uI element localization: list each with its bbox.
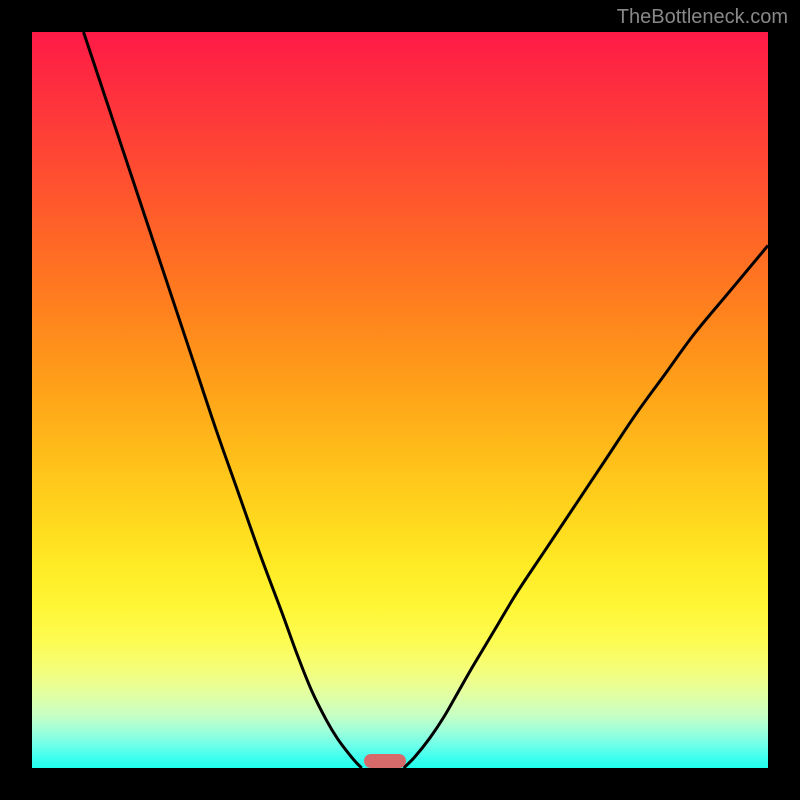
bottom-marker	[364, 754, 406, 768]
left-curve	[84, 32, 362, 768]
right-curve	[404, 245, 768, 768]
watermark-text: TheBottleneck.com	[617, 6, 788, 29]
chart-curves-svg	[32, 32, 768, 768]
chart-frame	[30, 30, 770, 770]
